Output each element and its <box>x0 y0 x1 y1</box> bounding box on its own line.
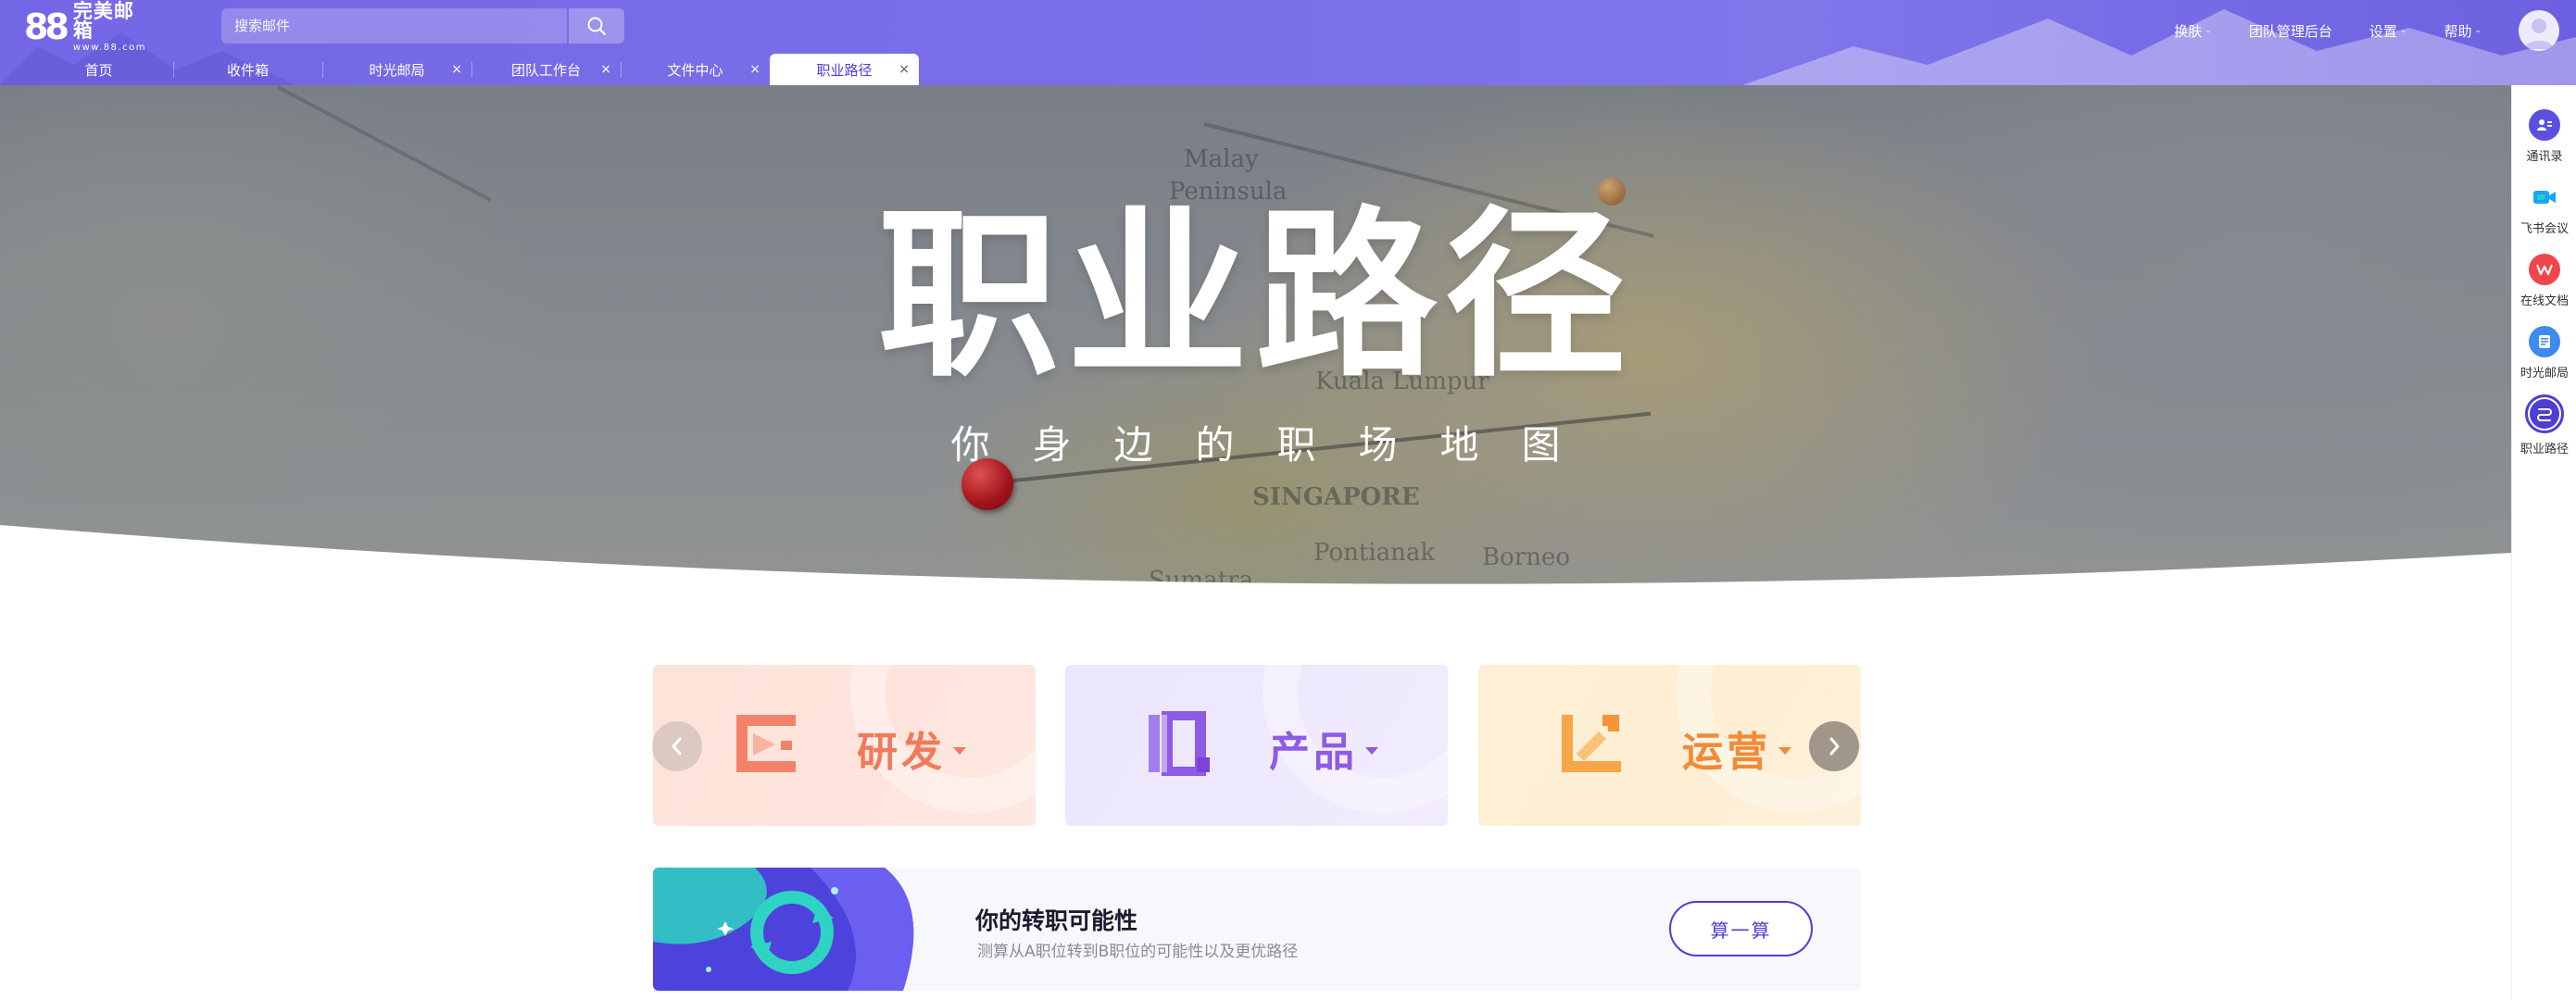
sidebar-item-time-mail[interactable]: 时光邮局 <box>2512 326 2576 391</box>
logo-name: 完美邮箱 <box>72 0 134 42</box>
transfer-title: 你的转职可能性 <box>975 907 1138 934</box>
user-avatar[interactable] <box>2519 10 2559 51</box>
right-app-sidebar: 通讯录 飞书会议 在线文档 时光邮局 职业路径 <box>2511 85 2576 1000</box>
tab-bar: 首页 收件箱 时光邮局 × 团队工作台 × 文件中心 × 职业路径 × <box>24 54 919 85</box>
contacts-icon <box>2529 109 2560 141</box>
skin-menu[interactable]: 换肤 ⌄ <box>2174 21 2212 41</box>
tab-label: 团队工作台 <box>510 61 581 79</box>
category-label: 产品 <box>1269 719 1378 778</box>
sidebar-item-label: 飞书会议 <box>2519 222 2569 236</box>
header-actions: 换肤 ⌄ 团队管理后台 设置 ⌄ 帮助 ⌄ <box>2174 0 2576 61</box>
tab-label: 职业路径 <box>816 61 873 79</box>
sidebar-item-label: 在线文档 <box>2519 294 2569 308</box>
job-category-carousel: 研发 产品 运营 <box>653 665 1861 826</box>
category-card-product[interactable]: 产品 <box>1065 665 1448 826</box>
close-icon[interactable]: × <box>749 61 760 78</box>
career-transfer-banner: 你的转职可能性 测算从A职位转到B职位的可能性以及更优路径 算一算 <box>653 868 1861 991</box>
tab-label: 时光邮局 <box>369 61 425 79</box>
team-admin-link[interactable]: 团队管理后台 <box>2249 21 2332 41</box>
caret-down-icon <box>953 747 966 755</box>
hero-banner: Malay Peninsula Kuala Lumpur SINGAPORE P… <box>0 85 2511 608</box>
time-mail-icon <box>2529 326 2560 357</box>
carousel-next-button[interactable] <box>1809 721 1859 771</box>
caret-down-icon <box>1778 747 1791 755</box>
caret-down-icon <box>1365 747 1378 755</box>
calculate-button[interactable]: 算一算 <box>1669 901 1813 956</box>
transfer-description: 测算从A职位转到B职位的可能性以及更优路径 <box>977 943 1299 961</box>
logo-mark: 88 <box>24 6 69 47</box>
hero-title: 职业路径 <box>877 191 1634 402</box>
chevron-down-icon: ⌄ <box>2399 26 2407 35</box>
tab-home[interactable]: 首页 <box>24 54 173 85</box>
product-icon <box>1149 711 1210 776</box>
category-label: 研发 <box>857 719 966 778</box>
help-label: 帮助 <box>2444 22 2472 40</box>
category-name: 研发 <box>857 729 946 776</box>
tab-label: 文件中心 <box>667 61 723 79</box>
category-card-operations[interactable]: 运营 <box>1478 665 1861 826</box>
tab-career-path[interactable]: 职业路径 × <box>770 54 919 85</box>
settings-label: 设置 <box>2369 22 2397 40</box>
rd-code-icon <box>736 715 796 772</box>
tab-inbox[interactable]: 收件箱 <box>173 54 322 85</box>
tab-time-mail[interactable]: 时光邮局 × <box>322 54 471 85</box>
chevron-down-icon: ⌄ <box>2474 26 2482 35</box>
close-icon[interactable]: × <box>451 61 462 78</box>
sidebar-item-career-path[interactable]: 职业路径 <box>2512 394 2576 463</box>
video-meeting-icon <box>2529 181 2560 213</box>
close-icon[interactable]: × <box>898 61 910 78</box>
app-logo[interactable]: 88 完美邮箱 www.88.com <box>24 1 154 52</box>
tab-file-center[interactable]: 文件中心 × <box>621 54 770 85</box>
category-label: 运营 <box>1682 719 1791 778</box>
sidebar-item-label: 时光邮局 <box>2519 367 2569 381</box>
skin-label: 换肤 <box>2174 22 2203 40</box>
search-button[interactable] <box>569 8 624 44</box>
sidebar-item-label: 通讯录 <box>2526 150 2563 164</box>
search-input[interactable] <box>221 8 568 44</box>
sidebar-item-feishu-meeting[interactable]: 飞书会议 <box>2512 181 2576 246</box>
user-icon <box>2524 19 2554 49</box>
category-name: 产品 <box>1269 729 1358 776</box>
transfer-illustration <box>653 868 914 991</box>
settings-menu[interactable]: 设置 ⌄ <box>2369 21 2407 41</box>
carousel-prev-button[interactable] <box>652 721 702 771</box>
chevron-left-icon <box>672 737 682 756</box>
chevron-down-icon: ⌄ <box>2205 26 2212 35</box>
tab-team-workspace[interactable]: 团队工作台 × <box>471 54 621 85</box>
wps-doc-icon <box>2529 254 2560 285</box>
sidebar-item-contacts[interactable]: 通讯录 <box>2512 109 2576 174</box>
career-path-icon <box>2525 394 2564 433</box>
sidebar-item-label: 职业路径 <box>2519 443 2569 456</box>
tab-label: 首页 <box>84 61 113 79</box>
chevron-right-icon <box>1829 737 1840 756</box>
hero-subtitle: 你身边的职场地图 <box>950 422 1603 468</box>
team-admin-label: 团队管理后台 <box>2248 22 2332 40</box>
help-menu[interactable]: 帮助 ⌄ <box>2444 21 2482 41</box>
sidebar-item-online-docs[interactable]: 在线文档 <box>2512 254 2576 319</box>
operations-growth-icon <box>1562 715 1621 772</box>
logo-url: www.88.com <box>72 42 146 53</box>
category-name: 运营 <box>1682 729 1771 776</box>
tab-label: 收件箱 <box>226 61 269 79</box>
hero-curve-divider <box>0 525 2511 608</box>
close-icon[interactable]: × <box>600 61 611 78</box>
mail-search <box>221 8 624 44</box>
category-card-rd[interactable]: 研发 <box>653 665 1036 826</box>
top-header: 88 完美邮箱 www.88.com 换肤⌄ 团队管理后台 设置⌄ 帮助⌄ <box>0 0 2576 85</box>
search-icon <box>587 17 607 35</box>
